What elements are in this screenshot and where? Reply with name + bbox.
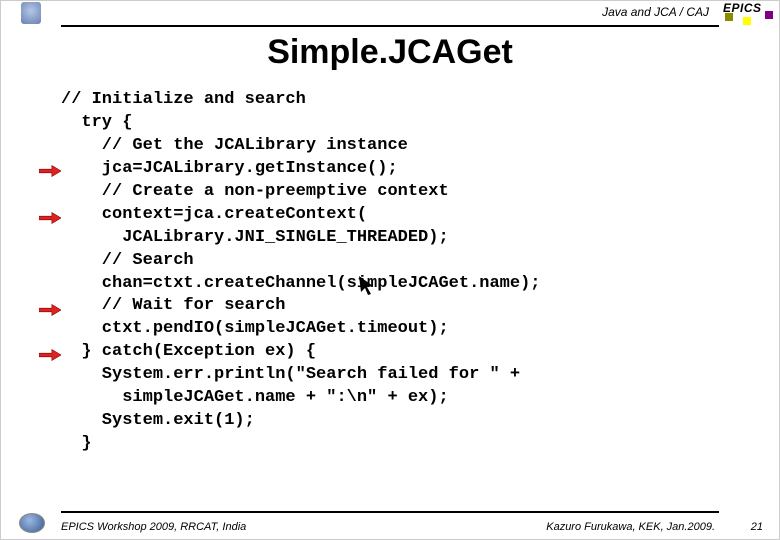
bullet-arrow-icon <box>39 164 61 178</box>
code-line: // Wait for search <box>61 296 285 315</box>
code-line: // Initialize and search <box>61 90 306 109</box>
code-line: // Create a non-preemptive context <box>61 182 449 201</box>
epics-logo: EPICS <box>723 1 771 25</box>
epics-boxes-icon <box>723 17 771 25</box>
footer-rule <box>61 511 719 513</box>
code-line: ctxt.pendIO(simpleJCAGet.timeout); <box>61 319 449 338</box>
slide: Java and JCA / CAJ EPICS Simple.JCAGet /… <box>0 0 780 540</box>
globe-icon <box>19 513 47 535</box>
code-line: } <box>61 434 92 453</box>
slide-title: Simple.JCAGet <box>1 33 779 72</box>
code-line: try { <box>61 113 132 132</box>
bullet-arrow-icon <box>39 211 61 225</box>
header-rule <box>61 25 719 27</box>
code-line: // Get the JCALibrary instance <box>61 136 408 155</box>
code-line: System.exit(1); <box>61 411 255 430</box>
code-line: context=jca.createContext( <box>61 205 367 224</box>
code-line: System.err.println("Search failed for " … <box>61 365 520 384</box>
left-emblem-icon <box>1 1 61 25</box>
page-number: 21 <box>751 521 763 533</box>
footer-left: EPICS Workshop 2009, RRCAT, India <box>61 521 246 533</box>
code-line: simpleJCAGet.name + ":\n" + ex); <box>61 388 449 407</box>
bullet-arrow-icon <box>39 303 61 317</box>
code-line: } catch(Exception ex) { <box>61 342 316 361</box>
code-line: chan=ctxt.createChannel(simpleJCAGet.nam… <box>61 274 540 293</box>
header: Java and JCA / CAJ EPICS <box>1 1 779 25</box>
footer-right: Kazuro Furukawa, KEK, Jan.2009. <box>546 521 715 533</box>
topic-label: Java and JCA / CAJ <box>602 5 709 19</box>
bullet-arrow-icon <box>39 348 61 362</box>
code-line: jca=JCALibrary.getInstance(); <box>61 159 398 178</box>
code-line: // Search <box>61 251 194 270</box>
code-block: // Initialize and search try { // Get th… <box>61 89 749 456</box>
footer: EPICS Workshop 2009, RRCAT, India Kazuro… <box>1 511 779 539</box>
code-line: JCALibrary.JNI_SINGLE_THREADED); <box>61 228 449 247</box>
